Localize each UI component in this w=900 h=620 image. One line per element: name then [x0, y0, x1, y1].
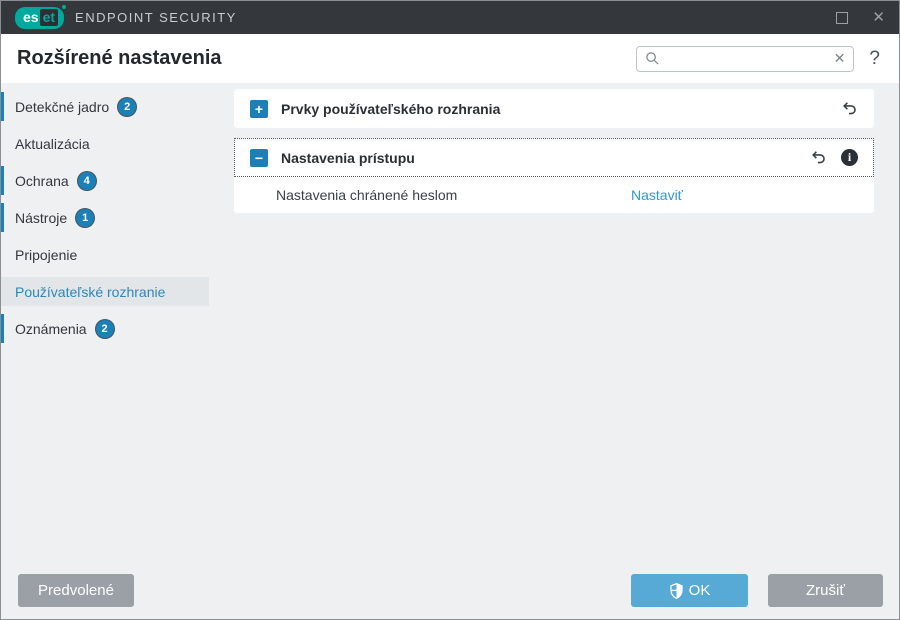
sidebar-item-pripojenie[interactable]: Pripojenie [1, 240, 234, 269]
section-header-ui-elements[interactable]: + Prvky používateľského rozhrania [234, 89, 874, 128]
maximize-icon[interactable] [836, 11, 849, 24]
product-name: ENDPOINT SECURITY [75, 10, 237, 25]
section-title: Prvky používateľského rozhrania [281, 100, 501, 117]
sidebar-item-ochrana[interactable]: Ochrana 4 [1, 166, 234, 195]
revert-icon[interactable] [810, 149, 827, 166]
sidebar-item-label: Ochrana [15, 172, 69, 189]
sidebar-item-label: Pripojenie [15, 246, 78, 263]
help-icon[interactable]: ? [869, 48, 880, 70]
ok-button[interactable]: OK [631, 574, 748, 607]
search-icon [645, 51, 660, 66]
sidebar-item-label: Používateľské rozhranie [15, 283, 166, 300]
setting-label: Nastavenia chránené heslom [276, 187, 458, 203]
sidebar-item-pouzivatelske-rozhranie[interactable]: Používateľské rozhranie [1, 277, 209, 306]
app-window: es et ENDPOINT SECURITY ✕ Rozšírené nasta… [0, 0, 900, 620]
sidebar-item-detekcne-jadro[interactable]: Detekčné jadro 2 [1, 92, 234, 121]
sidebar-item-badge: 1 [76, 208, 95, 227]
page-header: Rozšírené nastavenia ✕ ? [1, 34, 899, 83]
collapse-icon[interactable]: − [250, 148, 268, 167]
sidebar-item-badge: 2 [95, 319, 114, 338]
eset-logo-right: et [39, 8, 59, 26]
cancel-button[interactable]: Zrušiť [768, 574, 883, 607]
section-ui-elements: + Prvky používateľského rozhrania [234, 89, 874, 128]
info-icon[interactable]: i [841, 149, 858, 166]
search-clear-icon[interactable]: ✕ [834, 50, 846, 67]
sidebar-item-label: Aktualizácia [15, 135, 90, 152]
eset-logo-left: es [23, 9, 39, 25]
set-password-link[interactable]: Nastaviť [631, 187, 683, 203]
eset-logo: es et [15, 4, 67, 29]
sidebar-item-label: Detekčné jadro [15, 98, 110, 115]
sidebar-item-aktualizacia[interactable]: Aktualizácia [1, 129, 234, 158]
expand-icon[interactable]: + [250, 99, 268, 118]
defaults-button[interactable]: Predvolené [18, 574, 134, 607]
revert-icon[interactable] [841, 100, 858, 117]
registered-mark-dot [62, 4, 67, 9]
title-bar: es et ENDPOINT SECURITY ✕ [1, 1, 899, 34]
ok-button-label: OK [688, 582, 711, 599]
close-icon[interactable]: ✕ [872, 10, 885, 25]
content-area: Detekčné jadro 2 Aktualizácia Ochrana 4 Nástr… [1, 83, 899, 619]
sidebar-item-badge: 2 [118, 97, 137, 116]
password-protect-row: Nastavenia chránené heslom Nastaviť [234, 177, 874, 213]
sidebar-item-label: Oznámenia [15, 320, 87, 337]
main-panel: + Prvky používateľského rozhrania − Nast… [234, 83, 899, 619]
search-box[interactable]: ✕ [636, 45, 855, 72]
sidebar-item-nastroje[interactable]: Nástroje 1 [1, 203, 234, 232]
section-title: Nastavenia prístupu [281, 149, 415, 166]
sidebar-item-oznamenia[interactable]: Oznámenia 2 [1, 314, 234, 343]
page-title: Rozšírené nastavenia [17, 47, 222, 69]
sidebar-item-badge: 4 [77, 171, 96, 190]
shield-icon [669, 582, 684, 599]
search-input[interactable] [660, 51, 834, 66]
sidebar: Detekčné jadro 2 Aktualizácia Ochrana 4 Nástr… [1, 83, 234, 619]
section-header-access-setup[interactable]: − Nastavenia prístupu i [234, 138, 874, 177]
sidebar-item-label: Nástroje [15, 209, 68, 226]
window-controls: ✕ [836, 10, 885, 25]
section-access-setup: − Nastavenia prístupu i Nastavenia chrán… [234, 138, 874, 213]
